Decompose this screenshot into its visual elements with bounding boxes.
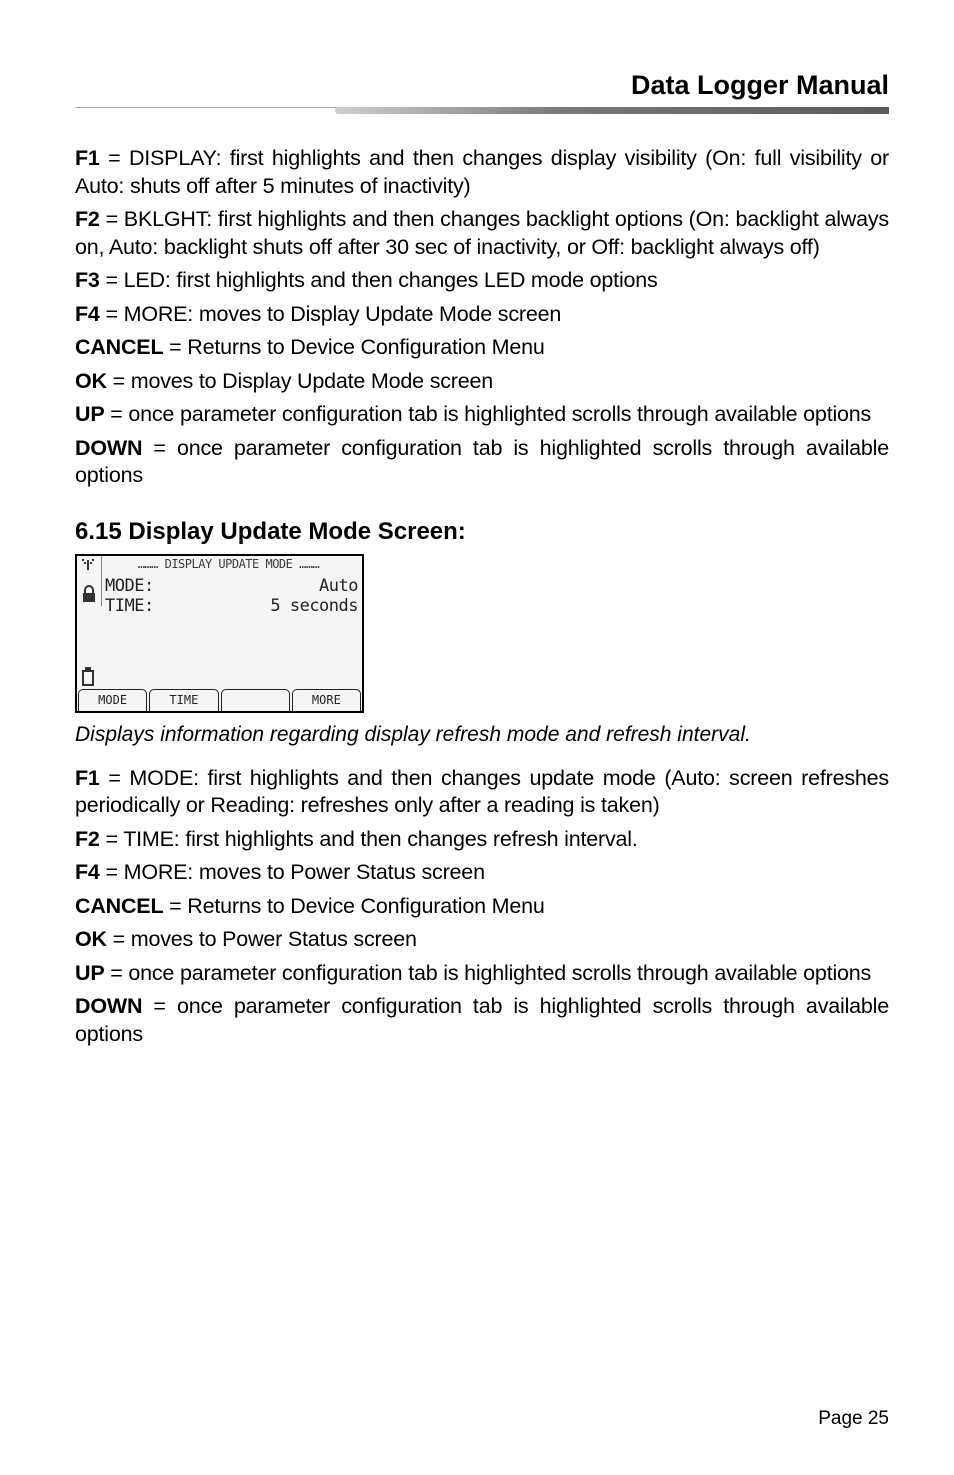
- lcd-row-time-value: 5 seconds: [270, 596, 358, 616]
- figure-caption: Displays information regarding display r…: [75, 723, 889, 747]
- header-rule: [75, 107, 889, 117]
- page-header-title: Data Logger Manual: [75, 70, 889, 101]
- lcd-row-time: TIME: 5 seconds: [105, 596, 358, 616]
- b2-cancel-label: CANCEL: [75, 894, 163, 918]
- b2-down-text: = once parameter configuration tab is hi…: [75, 994, 889, 1046]
- ok-label: OK: [75, 369, 107, 393]
- f4-line: F4 = MORE: moves to Display Update Mode …: [75, 301, 889, 329]
- lock-icon: [77, 582, 102, 606]
- ok-line: OK = moves to Display Update Mode screen: [75, 368, 889, 396]
- up-line: UP = once parameter configuration tab is…: [75, 401, 889, 429]
- lcd-row-mode-label: MODE:: [105, 576, 154, 596]
- f1-text: = DISPLAY: first highlights and then cha…: [75, 146, 889, 198]
- up-label: UP: [75, 402, 104, 426]
- b2-cancel-line: CANCEL = Returns to Device Configuration…: [75, 893, 889, 921]
- b2-ok-text: = moves to Power Status screen: [107, 927, 417, 951]
- softkey-time: TIME: [149, 689, 218, 711]
- b2-down-line: DOWN = once parameter configuration tab …: [75, 993, 889, 1048]
- b2-down-label: DOWN: [75, 994, 142, 1018]
- b2-up-label: UP: [75, 961, 104, 985]
- lcd-screenshot: ……… DISPLAY UPDATE MODE ……… MODE: Auto T…: [75, 554, 889, 713]
- lcd-softkeys: MODE TIME MORE: [77, 689, 362, 711]
- b2-f4-line: F4 = MORE: moves to Power Status screen: [75, 859, 889, 887]
- b2-cancel-text: = Returns to Device Configuration Menu: [163, 894, 544, 918]
- softkey-more: MORE: [292, 689, 361, 711]
- b2-up-line: UP = once parameter configuration tab is…: [75, 960, 889, 988]
- down-label: DOWN: [75, 436, 142, 460]
- battery-icon: [77, 665, 101, 689]
- b2-f4-label: F4: [75, 860, 100, 884]
- softkey-blank: [221, 689, 290, 711]
- up-text: = once parameter configuration tab is hi…: [104, 402, 871, 426]
- cancel-label: CANCEL: [75, 335, 163, 359]
- f2-text: = BKLGHT: first highlights and then chan…: [75, 207, 889, 259]
- b2-ok-line: OK = moves to Power Status screen: [75, 926, 889, 954]
- lcd-title: ……… DISPLAY UPDATE MODE ………: [97, 557, 360, 575]
- f3-label: F3: [75, 268, 100, 292]
- page-number: Page 25: [818, 1408, 889, 1430]
- f3-line: F3 = LED: first highlights and then chan…: [75, 267, 889, 295]
- f3-text: = LED: first highlights and then changes…: [100, 268, 658, 292]
- b2-ok-label: OK: [75, 927, 107, 951]
- ok-text: = moves to Display Update Mode screen: [107, 369, 493, 393]
- f4-label: F4: [75, 302, 100, 326]
- softkey-mode: MODE: [78, 689, 147, 711]
- b2-f1-text: = MODE: first highlights and then change…: [75, 766, 889, 818]
- b2-f2-line: F2 = TIME: first highlights and then cha…: [75, 826, 889, 854]
- f1-line: F1 = DISPLAY: first highlights and then …: [75, 145, 889, 200]
- b2-f2-text: = TIME: first highlights and then change…: [100, 827, 638, 851]
- lcd-row-mode: MODE: Auto: [105, 576, 358, 596]
- b2-f4-text: = MORE: moves to Power Status screen: [100, 860, 485, 884]
- b2-f1-label: F1: [75, 766, 100, 790]
- f2-line: F2 = BKLGHT: first highlights and then c…: [75, 206, 889, 261]
- b2-up-text: = once parameter configuration tab is hi…: [104, 961, 871, 985]
- section-heading: 6.15 Display Update Mode Screen:: [75, 518, 889, 546]
- b2-f2-label: F2: [75, 827, 100, 851]
- f4-text: = MORE: moves to Display Update Mode scr…: [100, 302, 561, 326]
- lcd-row-time-label: TIME:: [105, 596, 154, 616]
- b2-f1-line: F1 = MODE: first highlights and then cha…: [75, 765, 889, 820]
- f2-label: F2: [75, 207, 100, 231]
- cancel-text: = Returns to Device Configuration Menu: [163, 335, 544, 359]
- f1-label: F1: [75, 146, 100, 170]
- cancel-line: CANCEL = Returns to Device Configuration…: [75, 334, 889, 362]
- down-text: = once parameter configuration tab is hi…: [75, 436, 889, 488]
- down-line: DOWN = once parameter configuration tab …: [75, 435, 889, 490]
- lcd-row-mode-value: Auto: [319, 576, 358, 596]
